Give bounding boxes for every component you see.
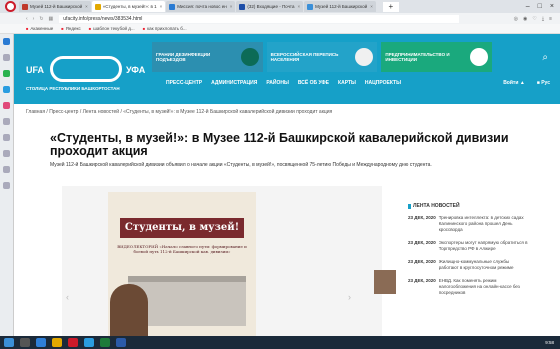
banner-image <box>355 48 374 66</box>
close-tab-icon[interactable]: × <box>297 4 300 9</box>
tab-4[interactable]: (32) Входящие - Почта × <box>236 1 304 12</box>
app-icon[interactable] <box>84 338 94 347</box>
close-tab-icon[interactable]: × <box>230 4 233 9</box>
opera-logo-icon[interactable] <box>5 1 16 12</box>
language-switch[interactable]: ■ Рус <box>537 80 550 86</box>
forward-icon[interactable]: › <box>33 16 35 22</box>
flag-icon: ■ <box>536 80 540 86</box>
bookmark-item[interactable]: Яндекс <box>61 26 81 31</box>
news-item[interactable]: 23 ДЕК, 2020 Тренировка интеллекта: в дет… <box>408 215 528 233</box>
banner-census[interactable]: ВСЕРОССИЙСКАЯ ПЕРЕПИСЬ НАСЕЛЕНИЯ <box>266 42 378 72</box>
back-icon[interactable]: ‹ <box>26 16 28 22</box>
banner-disinfection[interactable]: ГРАНИИ ДЕЗИНФЕКЦИИ ПОДЪЕЗДОВ <box>152 42 263 72</box>
telegram-icon[interactable] <box>3 86 10 93</box>
user-icon: ▲ <box>519 80 525 86</box>
gallery-thumbnail[interactable] <box>374 270 396 294</box>
article-image: Студенты, в музей! ВИДЕОЛЕКТОРИЙ «Начало… <box>108 192 256 336</box>
new-tab-button[interactable]: + <box>382 1 399 12</box>
banner-business[interactable]: ПРЕДПРИНИМАТЕЛЬСТВО И ИНВЕСТИЦИИ <box>381 42 493 72</box>
close-tab-icon[interactable]: × <box>85 4 88 9</box>
student-image <box>110 284 148 336</box>
menu-item-about[interactable]: ВСЁ ОБ УФЕ <box>298 80 329 86</box>
menu-item-districts[interactable]: РАЙОНЫ <box>266 80 289 86</box>
windows-taskbar: 9:58 <box>0 336 560 349</box>
bookmark-item[interactable]: как прихлопать б... <box>143 26 187 31</box>
logo-ring-icon <box>50 56 122 82</box>
menu-item-admin[interactable]: АДМИНИСТРАЦИЯ <box>211 80 257 86</box>
tab-3[interactable]: Миссия: почта новос ен × <box>166 1 236 12</box>
instagram-icon[interactable] <box>3 102 10 109</box>
menu-item-press[interactable]: ПРЕСС-ЦЕНТР <box>166 80 202 86</box>
heart-icon[interactable] <box>3 150 10 157</box>
site-header: UFA УФА СТОЛИЦА РЕСПУБЛИКИ БАШКОРТОСТАН … <box>14 34 560 104</box>
menu-icon[interactable]: ≡ <box>549 16 552 22</box>
menu-item-projects[interactable]: НАЦПРОЕКТЫ <box>365 80 401 86</box>
reload-icon[interactable]: ↻ <box>39 16 43 22</box>
clock[interactable]: 9:58 <box>545 340 560 345</box>
article-lead: Музей 112-й Башкирской кавалерийской див… <box>50 162 432 168</box>
news-item[interactable]: 23 ДЕК, 2020 ЕНВД. Как поменять режим нал… <box>408 278 528 296</box>
bookmark-item[interactable]: Акакенные <box>26 26 53 31</box>
download-icon[interactable]: ⤓ <box>542 16 544 22</box>
menu-item-maps[interactable]: КАРТЫ <box>338 80 356 86</box>
news-item[interactable]: 23 ДЕК, 2020 Экспортеры могут напрямую об… <box>408 240 528 252</box>
explorer-icon[interactable] <box>52 338 62 347</box>
banner-image <box>470 48 489 66</box>
location-icon[interactable] <box>3 182 10 189</box>
ie-icon[interactable] <box>36 338 46 347</box>
maximize-icon[interactable]: □ <box>538 3 542 10</box>
bookmarks-bar: Акакенные Яндекс шаблон текубой д... как… <box>0 24 560 34</box>
url-field[interactable]: ufacity.info/press/news/383534.html <box>59 14 460 23</box>
tab-2[interactable]: «Студенты, в музей!»: в 1 × <box>91 1 166 12</box>
bookmarks-sidebar-icon[interactable] <box>3 54 10 61</box>
article-gallery[interactable]: ‹ Студенты, в музей! ВИДЕОЛЕКТОРИЙ «Нача… <box>62 186 396 336</box>
search-icon[interactable]: ⌕ <box>542 52 548 63</box>
close-tab-icon[interactable]: × <box>370 4 373 9</box>
word-icon[interactable] <box>116 338 126 347</box>
login-link[interactable]: Войти ▲ <box>503 80 525 86</box>
banner-image <box>240 48 259 66</box>
speed-dial-icon[interactable]: ▦ <box>49 16 54 22</box>
whatsapp-icon[interactable] <box>3 70 10 77</box>
breadcrumb[interactable]: Главная / Пресс-центр / Лента новостей /… <box>26 109 332 115</box>
clock-icon[interactable] <box>3 166 10 173</box>
snapshot-icon[interactable]: ◎ <box>514 16 518 22</box>
history-icon[interactable] <box>3 118 10 125</box>
close-window-icon[interactable]: × <box>550 3 554 10</box>
browser-tab-bar: Музей 112-й Башкирской × «Студенты, в муз… <box>0 0 560 13</box>
vpn-icon[interactable]: ◉ <box>523 16 527 22</box>
opera-taskbar-icon[interactable] <box>68 338 78 347</box>
news-feed: ЛЕНТА НОВОСТЕЙ 23 ДЕК, 2020 Тренировка ин… <box>408 203 528 303</box>
gallery-next-icon[interactable]: › <box>348 292 351 302</box>
favicon-icon <box>94 3 101 10</box>
favicon-icon <box>307 3 314 10</box>
news-feed-heading: ЛЕНТА НОВОСТЕЙ <box>408 203 528 209</box>
news-item[interactable]: 23 ДЕК, 2020 Жилищно-коммунальные службы … <box>408 259 528 271</box>
address-bar: ‹ › ↻ ▦ ufacity.info/press/news/383534.h… <box>0 13 560 24</box>
site-logo[interactable]: UFA УФА СТОЛИЦА РЕСПУБЛИКИ БАШКОРТОСТАН <box>26 48 166 91</box>
browser-sidebar <box>0 34 14 336</box>
tab-5[interactable]: Музей 112-й Башкирской × <box>304 1 376 12</box>
favicon-icon <box>239 3 246 10</box>
task-view-icon[interactable] <box>20 338 30 347</box>
tab-1[interactable]: Музей 112-й Башкирской × <box>19 1 91 12</box>
bookmark-item[interactable]: шаблон текубой д... <box>89 26 134 31</box>
favicon-icon <box>22 3 28 10</box>
gallery-prev-icon[interactable]: ‹ <box>66 292 69 302</box>
bookmark-icon[interactable]: ♡ <box>532 16 536 22</box>
excel-icon[interactable] <box>100 338 110 347</box>
close-tab-icon[interactable]: × <box>160 4 163 9</box>
player-icon[interactable] <box>3 134 10 141</box>
start-icon[interactable] <box>4 338 14 347</box>
minimize-icon[interactable]: – <box>526 3 530 10</box>
page-title: «Студенты, в музей!»: в Музее 112-й Башк… <box>50 131 509 158</box>
messenger-icon[interactable] <box>3 38 10 45</box>
favicon-icon <box>169 3 176 10</box>
main-menu: ПРЕСС-ЦЕНТР АДМИНИСТРАЦИЯ РАЙОНЫ ВСЁ ОБ … <box>166 80 401 86</box>
